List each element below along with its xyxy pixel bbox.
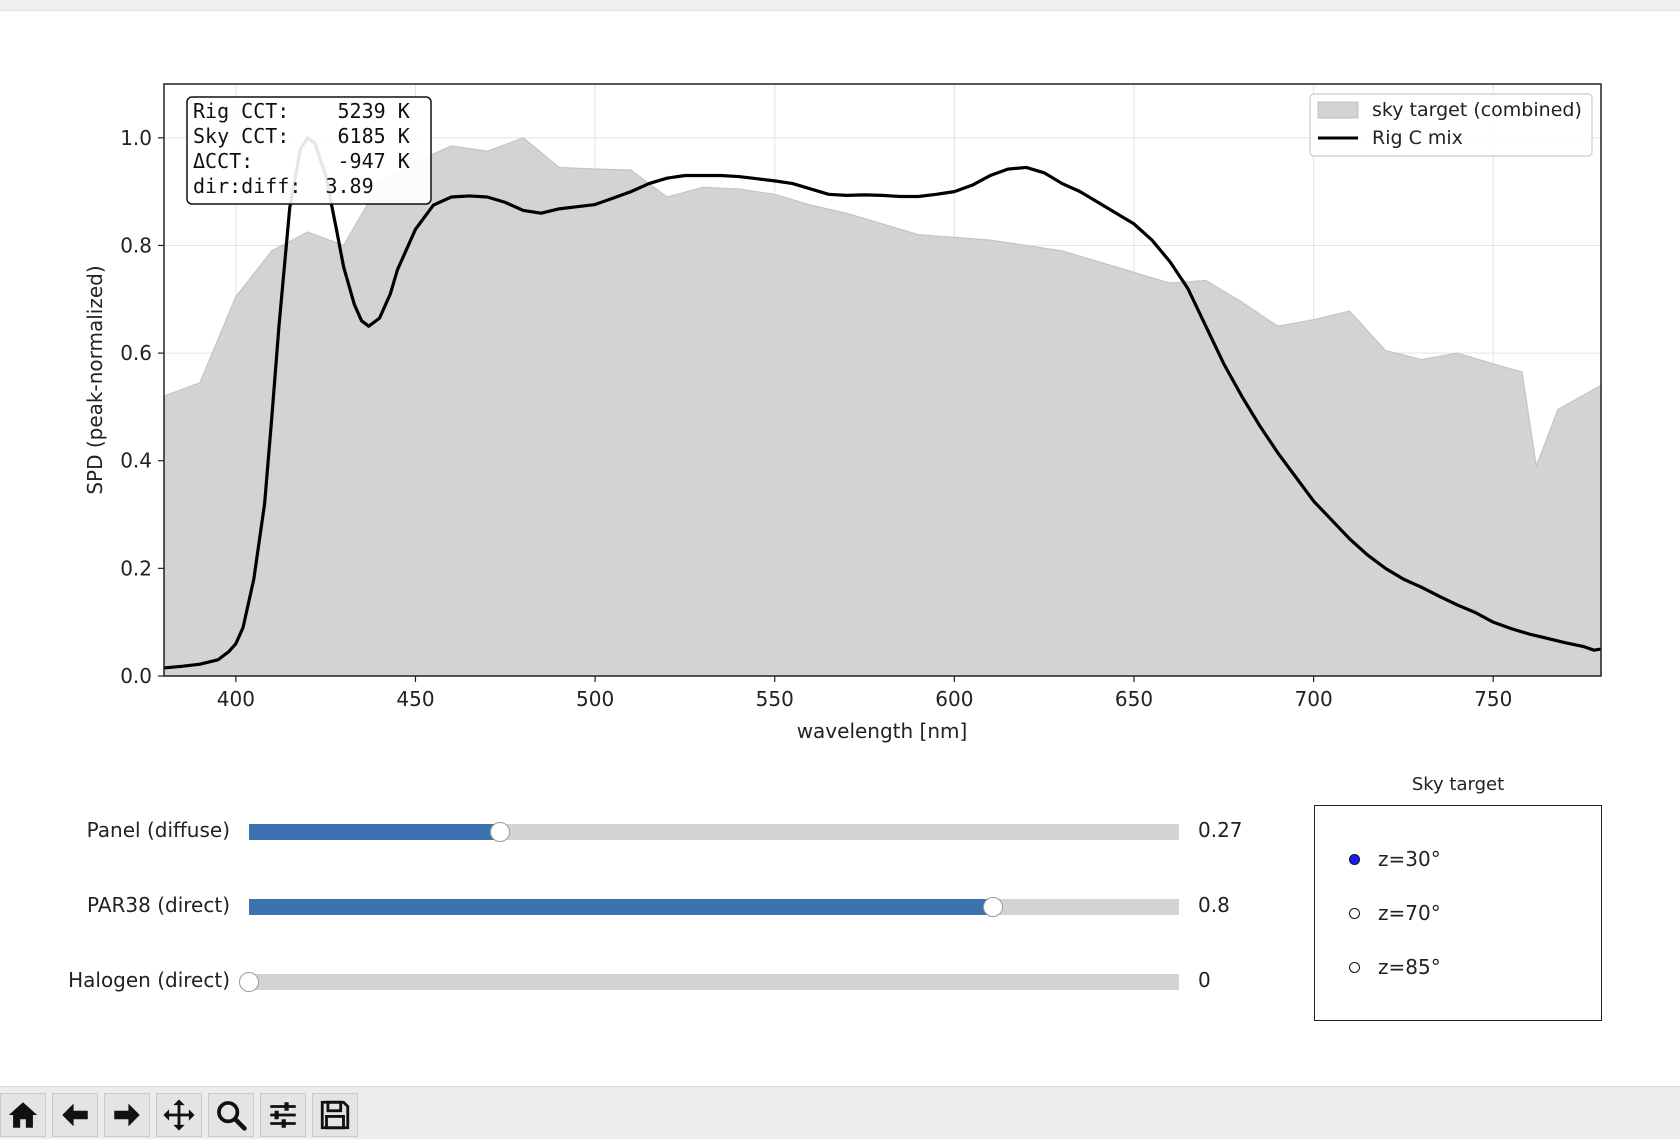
x-ticks: 400 450 500 550 600 650 700 750 [217,676,1512,711]
stats-line-sky-cct: Sky CCT: 6185 K [193,124,410,148]
y-tick-label: 0.0 [120,664,152,688]
sky-target-radio-group: z=30° z=70° z=85° [1314,805,1602,1021]
slider-handle[interactable] [490,822,511,842]
radio-label: z=70° [1378,901,1441,925]
slider-handle[interactable] [239,972,259,992]
legend-label-rig-mix: Rig C mix [1372,127,1463,149]
slider-par38-direct[interactable] [249,897,1179,917]
slider-handle[interactable] [983,897,1003,917]
stats-annotation: Rig CCT: 5239 K Sky CCT: 6185 K ΔCCT: -9… [186,96,432,205]
y-tick-label: 0.2 [120,556,152,580]
slider-value-panel: 0.27 [1198,818,1243,842]
slider-panel-diffuse[interactable] [249,822,1179,842]
pan-button[interactable] [156,1093,202,1137]
configure-subplots-button[interactable] [260,1093,306,1137]
stats-line-delta-cct: ΔCCT: -947 K [193,149,410,173]
stats-line-rig-cct: Rig CCT: 5239 K [193,99,410,123]
x-tick-label: 550 [756,687,794,711]
y-tick-label: 1.0 [120,126,152,150]
navigation-toolbar [0,1086,1680,1139]
radio-dot[interactable] [1349,961,1360,973]
slider-label-panel: Panel (diffuse) [86,818,230,842]
radio-option-z70[interactable]: z=70° [1349,901,1441,925]
x-tick-label: 650 [1115,687,1153,711]
save-icon [320,1100,350,1130]
x-tick-label: 750 [1474,687,1512,711]
x-axis-label: wavelength [nm] [797,719,968,743]
forward-button[interactable] [104,1093,150,1137]
slider-value-par38: 0.8 [1198,893,1230,917]
slider-fill [249,824,501,840]
configure-subplots-icon [270,1102,296,1128]
legend: sky target (combined) Rig C mix [1309,93,1593,157]
legend-swatch-sky-target [1317,101,1359,119]
save-button[interactable] [312,1093,358,1137]
legend-label-sky-target: sky target (combined) [1372,99,1582,121]
x-tick-label: 700 [1295,687,1333,711]
radio-dot[interactable] [1349,907,1360,919]
radio-label: z=85° [1378,955,1441,979]
zoom-button[interactable] [208,1093,254,1137]
home-icon [8,1102,38,1128]
slider-halogen-direct[interactable] [239,972,1179,992]
x-tick-label: 450 [396,687,434,711]
y-tick-label: 0.6 [120,341,152,365]
x-tick-label: 500 [576,687,614,711]
slider-value-halogen: 0 [1198,968,1211,992]
y-ticks: 0.0 0.2 0.4 0.6 0.8 1.0 [120,126,164,688]
stats-line-dir-diff: dir:diff: 3.89 [193,174,374,198]
sky-target-area [163,137,1602,677]
chart-area-layer [163,137,1602,677]
back-arrow-icon [62,1103,88,1127]
x-tick-label: 600 [935,687,973,711]
slider-label-halogen: Halogen (direct) [68,968,230,992]
zoom-icon [217,1101,247,1131]
back-button[interactable] [52,1093,98,1137]
x-tick-label: 400 [217,687,255,711]
home-button[interactable] [0,1093,46,1137]
y-tick-label: 0.8 [120,233,152,257]
spd-chart: 400 450 500 550 600 650 700 750 0.0 0.2 0.4 0.6 0.8… [83,83,1602,743]
pan-icon [163,1099,195,1131]
radio-label: z=30° [1378,847,1441,871]
forward-arrow-icon [114,1103,140,1127]
y-tick-label: 0.4 [120,449,152,473]
radio-dot[interactable] [1349,853,1360,865]
radio-option-z30[interactable]: z=30° [1349,847,1441,871]
radio-option-z85[interactable]: z=85° [1349,955,1441,979]
y-axis-label: SPD (peak-normalized) [83,265,107,494]
radio-group-title: Sky target [1411,774,1505,795]
slider-label-par38: PAR38 (direct) [87,893,230,917]
slider-fill [249,899,993,915]
